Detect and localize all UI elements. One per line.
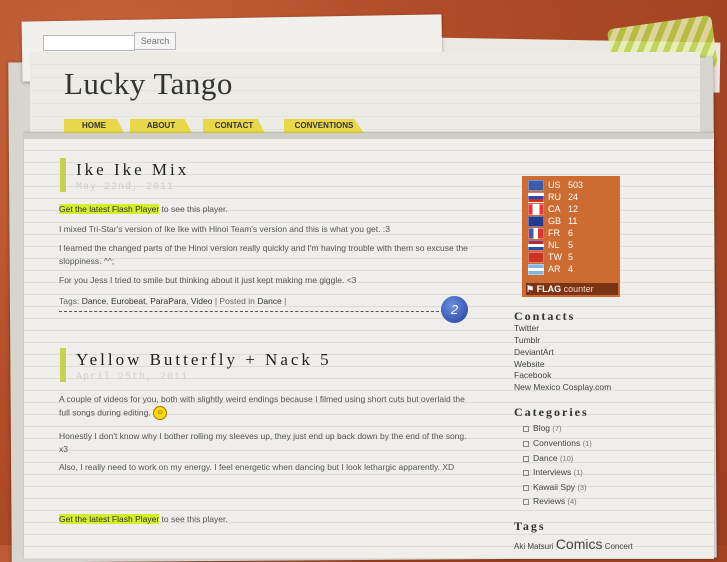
contact-link-deviantart[interactable]: DeviantArt (514, 347, 554, 357)
tags-label: Tags: (59, 296, 82, 306)
flash-player-link[interactable]: Get the latest Flash Player (59, 514, 160, 524)
flag-counter-widget[interactable]: US 503 RU 24 CA 12 GB 11 FR 6 NL 5 TW 5 AR 4 ⚑ F… (522, 176, 620, 297)
search-input[interactable] (43, 34, 135, 51)
nl-flag-icon (528, 240, 544, 252)
nav-home[interactable]: HOME (64, 119, 124, 133)
contact-link-website[interactable]: Website (514, 359, 545, 369)
nav-about[interactable]: ABOUT (130, 119, 192, 133)
post-paragraph: Also, I really need to work on my energy… (59, 462, 455, 472)
flag-counter-row: RU 24 (528, 192, 578, 204)
fr-flag-icon (528, 228, 544, 240)
post-paragraph-text: A couple of videos for you, both with sl… (59, 394, 465, 418)
post-paragraph: A couple of videos for you, both with sl… (59, 393, 469, 420)
contact-link-twitter[interactable]: Twitter (514, 323, 539, 333)
category-link[interactable]: Dance (257, 296, 282, 306)
tag-link[interactable]: Comics (556, 536, 603, 552)
nav-conventions[interactable]: CONVENTIONS (284, 119, 364, 133)
tag-link[interactable]: Dance (82, 296, 107, 306)
post-title[interactable]: Ike Ike Mix (76, 160, 189, 180)
flag-counter-row: US 503 (528, 180, 583, 192)
flag-counter-row: CA 12 (528, 204, 578, 216)
flash-notice-text: to see this player. (159, 204, 228, 214)
flag-counter-row: NL 5 (528, 240, 573, 252)
post-date: May 22nd, 2011 (76, 182, 175, 193)
search-form: Search (43, 32, 176, 51)
comment-count-badge[interactable]: 2 (441, 296, 468, 323)
post-title-accent (60, 158, 66, 192)
smiley-icon: ☺ (153, 406, 168, 420)
flash-notice: Get the latest Flash Player to see this … (59, 203, 469, 216)
nav-contact[interactable]: CONTACT (203, 119, 265, 133)
site-title[interactable]: Lucky Tango (64, 66, 233, 102)
post-title-accent (60, 348, 66, 382)
flag-counter-row: AR 4 (528, 264, 573, 276)
post-paragraph: Honestly I don't know why I bother rolli… (59, 431, 467, 454)
tag-link[interactable]: Concert (602, 542, 633, 551)
flash-player-link[interactable]: Get the latest Flash Player (59, 204, 160, 214)
post-title[interactable]: Yellow Butterfly + Nack 5 (76, 350, 332, 370)
ar-flag-icon (528, 264, 544, 276)
contact-link-nmcosplay[interactable]: New Mexico Cosplay.com (514, 382, 611, 392)
categories-heading: Categories (514, 405, 589, 419)
flag-counter-footer: ⚑ FLAG counter (526, 283, 618, 295)
category-item[interactable]: Reviews (4) (523, 496, 577, 506)
category-item[interactable]: Kawaii Spy (3) (523, 482, 587, 492)
tw-flag-icon (528, 252, 544, 264)
post-paragraph: I learned the changed parts of the Hinoi… (59, 243, 468, 266)
posted-in-label: | Posted in (212, 296, 258, 306)
tags-heading: Tags (514, 519, 546, 533)
tag-link[interactable]: ParaPara (150, 296, 186, 306)
flash-notice-text: to see this player. (159, 514, 228, 524)
contact-link-tumblr[interactable]: Tumblr (514, 335, 540, 345)
ca-flag-icon (528, 204, 544, 216)
contacts-heading: Contacts (514, 309, 576, 323)
tag-link[interactable]: Video (191, 296, 213, 306)
post-paragraph: I mixed Tri-Star's version of Ike Ike wi… (59, 224, 390, 234)
search-button[interactable]: Search (134, 32, 176, 50)
category-item[interactable]: Dance (10) (523, 453, 573, 463)
flag-counter-row: TW 5 (528, 252, 573, 264)
ru-flag-icon (528, 192, 544, 204)
tag-link[interactable]: Eurobeat (111, 296, 146, 306)
flash-notice: Get the latest Flash Player to see this … (59, 513, 469, 526)
flag-counter-row: GB 11 (528, 216, 577, 228)
contact-link-facebook[interactable]: Facebook (514, 370, 551, 380)
gb-flag-icon (528, 216, 544, 228)
tag-cloud: Aki Matsuri Comics Concert (514, 536, 633, 552)
category-item[interactable]: Blog (7) (523, 423, 562, 433)
us-flag-icon (528, 180, 544, 192)
tag-link[interactable]: Aki Matsuri (514, 542, 556, 551)
post-divider (59, 311, 444, 312)
post-paragraph: For you Jess I tried to smile but thinki… (59, 275, 357, 285)
category-item[interactable]: Interviews (1) (523, 467, 583, 477)
category-item[interactable]: Conventions (1) (523, 438, 592, 448)
post-date: April 25th, 2011 (76, 372, 189, 383)
post-meta: Tags: Dance, Eurobeat, ParaPara, Video |… (59, 296, 287, 306)
flag-counter-row: FR 6 (528, 228, 573, 240)
